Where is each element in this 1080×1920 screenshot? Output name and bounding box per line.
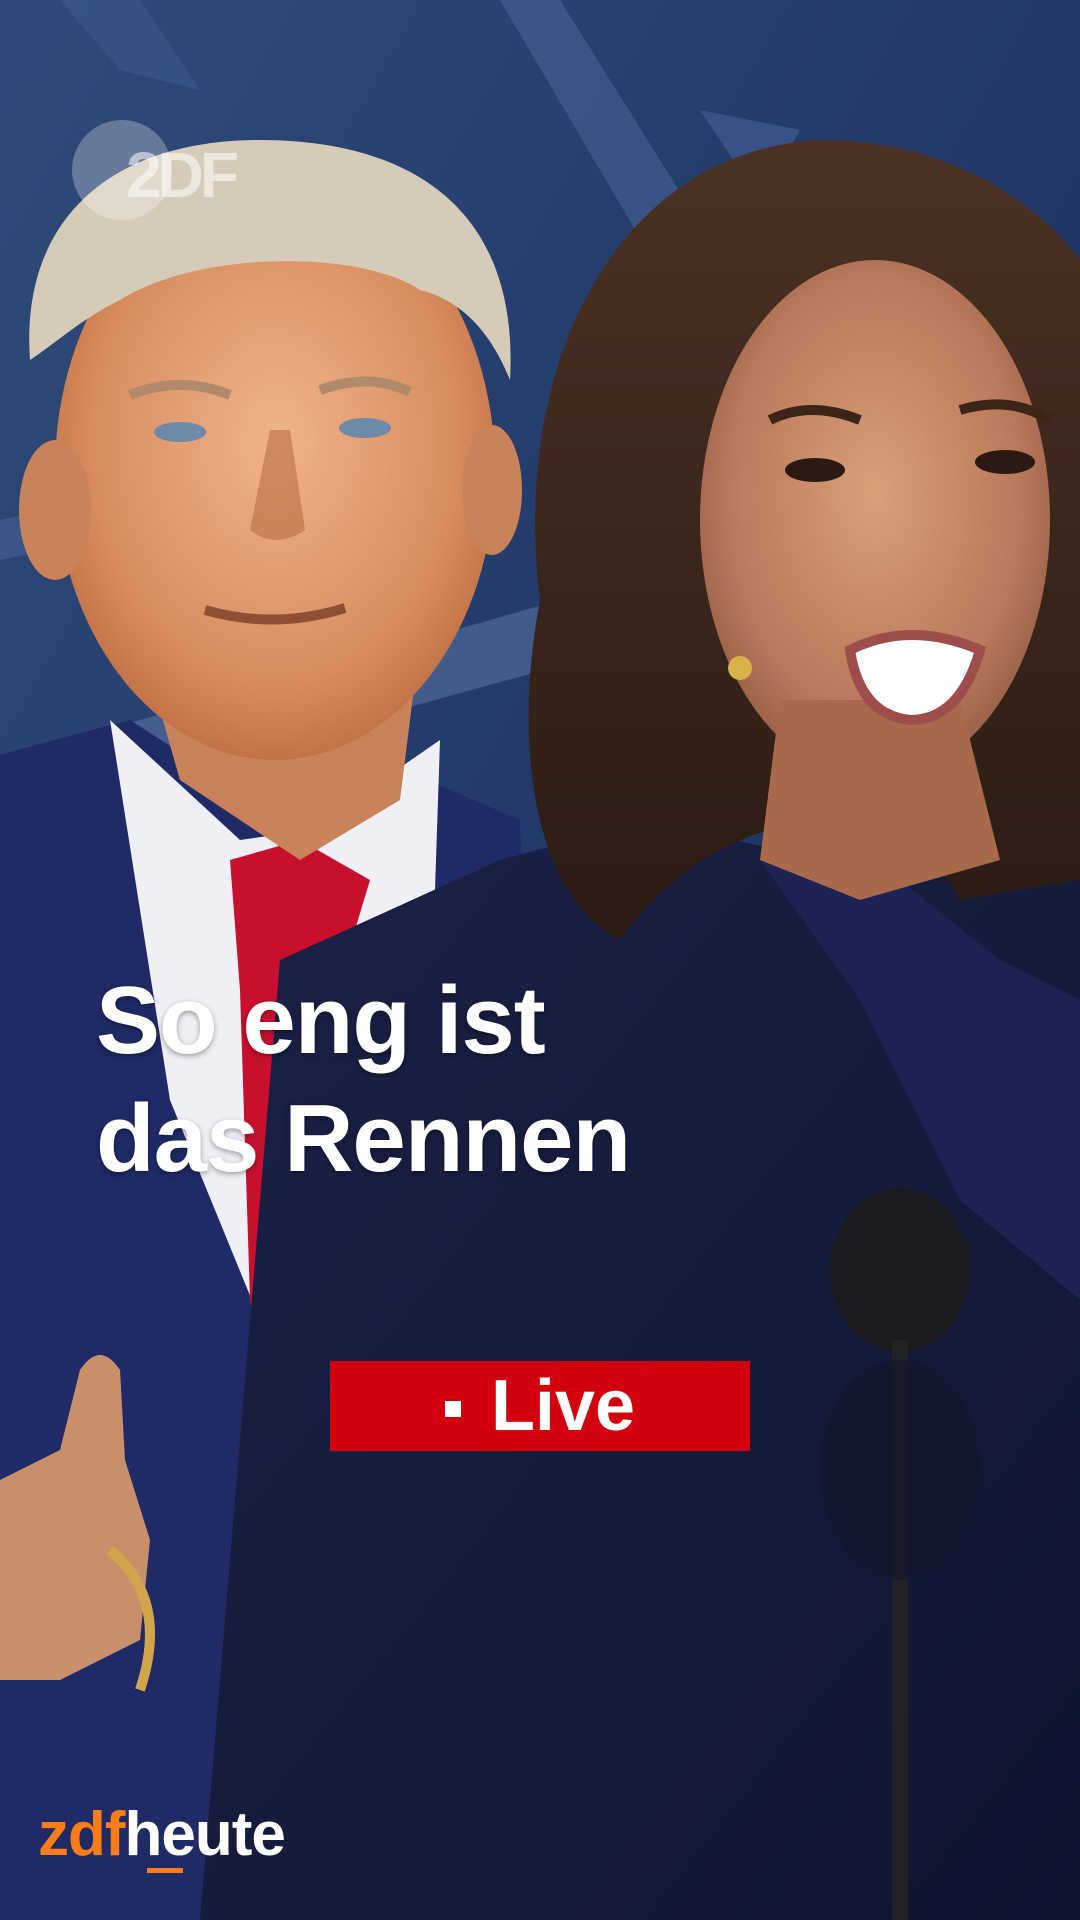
brand-underline: [147, 1868, 183, 1873]
neck-right: [760, 700, 1000, 900]
live-badge[interactable]: Live: [330, 1361, 750, 1451]
brand-heute: heute: [124, 1800, 286, 1869]
zdfheute-logo: zdfheute: [38, 1800, 286, 1880]
live-square-icon: [444, 1401, 461, 1417]
headline-line-2: das Rennen: [96, 1085, 631, 1192]
photo-collage: [0, 0, 1080, 1920]
zdf-watermark-text: 2DF: [126, 139, 239, 211]
brand-zdf: zdf: [38, 1800, 126, 1869]
headline-line-1: So eng ist: [96, 967, 546, 1074]
eye: [975, 450, 1035, 474]
eye: [154, 422, 206, 442]
live-label: Live: [490, 1366, 636, 1446]
headline: So eng ist das Rennen: [96, 962, 796, 1198]
eye: [785, 458, 845, 482]
ear-left: [19, 440, 91, 580]
earring: [728, 656, 752, 680]
ear-right: [462, 425, 522, 555]
zdf-watermark-logo: 2DF: [72, 120, 272, 220]
eye: [339, 418, 391, 438]
thumbnail: 2DF So eng ist das Rennen Live zdfheute: [0, 0, 1080, 1920]
